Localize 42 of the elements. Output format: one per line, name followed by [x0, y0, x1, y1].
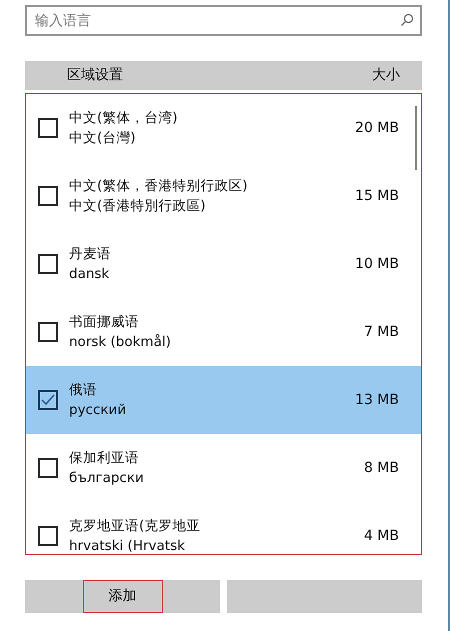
search-icon[interactable] [400, 13, 414, 27]
size-text: 10 MB [355, 254, 399, 274]
checkbox[interactable] [38, 458, 58, 478]
checkbox[interactable] [38, 118, 58, 138]
list-row[interactable]: 克罗地亚语(克罗地亚 hrvatski (Hrvatsk 4 MB [26, 502, 421, 554]
search-field[interactable]: 输入语言 [25, 5, 422, 36]
column-header[interactable]: 大小 [372, 65, 400, 86]
language-name: 俄语 [69, 381, 98, 400]
checkbox[interactable] [38, 254, 58, 274]
size-text: 20 MB [355, 118, 399, 138]
language-name: 克罗地亚语(克罗地亚 [69, 517, 202, 536]
checkbox[interactable] [38, 390, 58, 410]
checkbox[interactable] [38, 186, 58, 206]
size-text: 13 MB [355, 390, 399, 410]
size-text: 4 MB [364, 526, 399, 546]
list-row[interactable]: 中文(繁体，香港特别行政区) 中文(香港特別行政區) 15 MB [26, 162, 421, 230]
column-header[interactable]: 区域设置 [67, 65, 372, 86]
native-name: 中文(台灣) [69, 129, 137, 148]
language-name: 丹麦语 [69, 245, 112, 264]
language-name: 中文(繁体，台湾) [69, 109, 179, 128]
checkbox[interactable] [38, 526, 58, 546]
native-name: русский [69, 401, 128, 420]
language-name: 中文(繁体，香港特别行政区) [69, 177, 249, 196]
list-row[interactable]: 俄语 русский 13 MB [26, 366, 421, 434]
native-name: norsk (bokmål) [69, 333, 172, 352]
native-name: hrvatski (Hrvatsk [69, 537, 186, 554]
native-name: dansk [69, 265, 110, 284]
size-text: 15 MB [355, 186, 399, 206]
list-row[interactable]: 中文(繁体，台湾) 中文(台灣) 20 MB [26, 94, 421, 162]
native-name: български [69, 469, 145, 488]
scrollbar[interactable] [415, 106, 417, 170]
size-text: 7 MB [364, 322, 399, 342]
check-icon [41, 394, 55, 406]
list-row[interactable]: 保加利亚语 български 8 MB [26, 434, 421, 502]
checkbox[interactable] [38, 322, 58, 342]
language-name: 保加利亚语 [69, 449, 140, 468]
list-row[interactable]: 书面挪威语 norsk (bokmål) 7 MB [26, 298, 421, 366]
native-name: 中文(香港特別行政區) [69, 197, 207, 216]
size-text: 8 MB [364, 458, 399, 478]
list-row[interactable]: 丹麦语 dansk 10 MB [26, 230, 421, 298]
add-button[interactable]: 添加 [25, 580, 220, 613]
language-name: 书面挪威语 [69, 313, 140, 332]
